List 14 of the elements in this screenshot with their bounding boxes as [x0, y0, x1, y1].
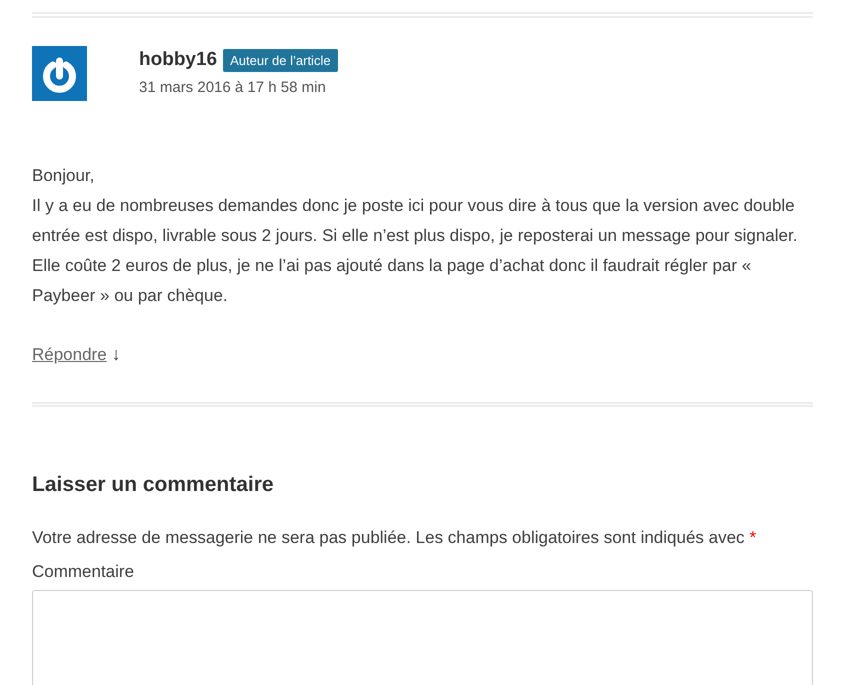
arrow-down-icon: ↓	[112, 341, 121, 368]
form-title: Laisser un commentaire	[32, 472, 275, 498]
field-label: Commentaire	[32, 561, 136, 583]
author-name: hobby16	[139, 48, 218, 72]
comment-date[interactable]: 31 mars 2016 à 17 h 58 min	[139, 76, 338, 99]
comment-text: Elle coûte 2 euros de plus, je ne l’ai pas ajouté dans la page d’achat donc il faudrait régler par « Paybeer » ou par chèque.	[32, 255, 752, 307]
required-note: Votre adresse de messagerie ne sera pas publiée. Les champs obligatoires sont indiqués avec	[32, 526, 745, 548]
comment-text: Il y a eu de nombreuses demandes donc je poste ici pour vous dire à tous que la version avec double entrée est dispo, livrable sous 2 jours. Si elle n’est plus dispo, je reposterai un message pour signaler.	[32, 195, 798, 247]
author-badge: Auteur de l’article	[223, 48, 338, 72]
avatar-icon	[32, 46, 87, 101]
reply-link[interactable]: Répondre	[32, 342, 107, 368]
comment-text: Bonjour,	[32, 165, 96, 187]
required-mark: *	[750, 526, 756, 548]
comment-field[interactable]	[32, 590, 813, 685]
